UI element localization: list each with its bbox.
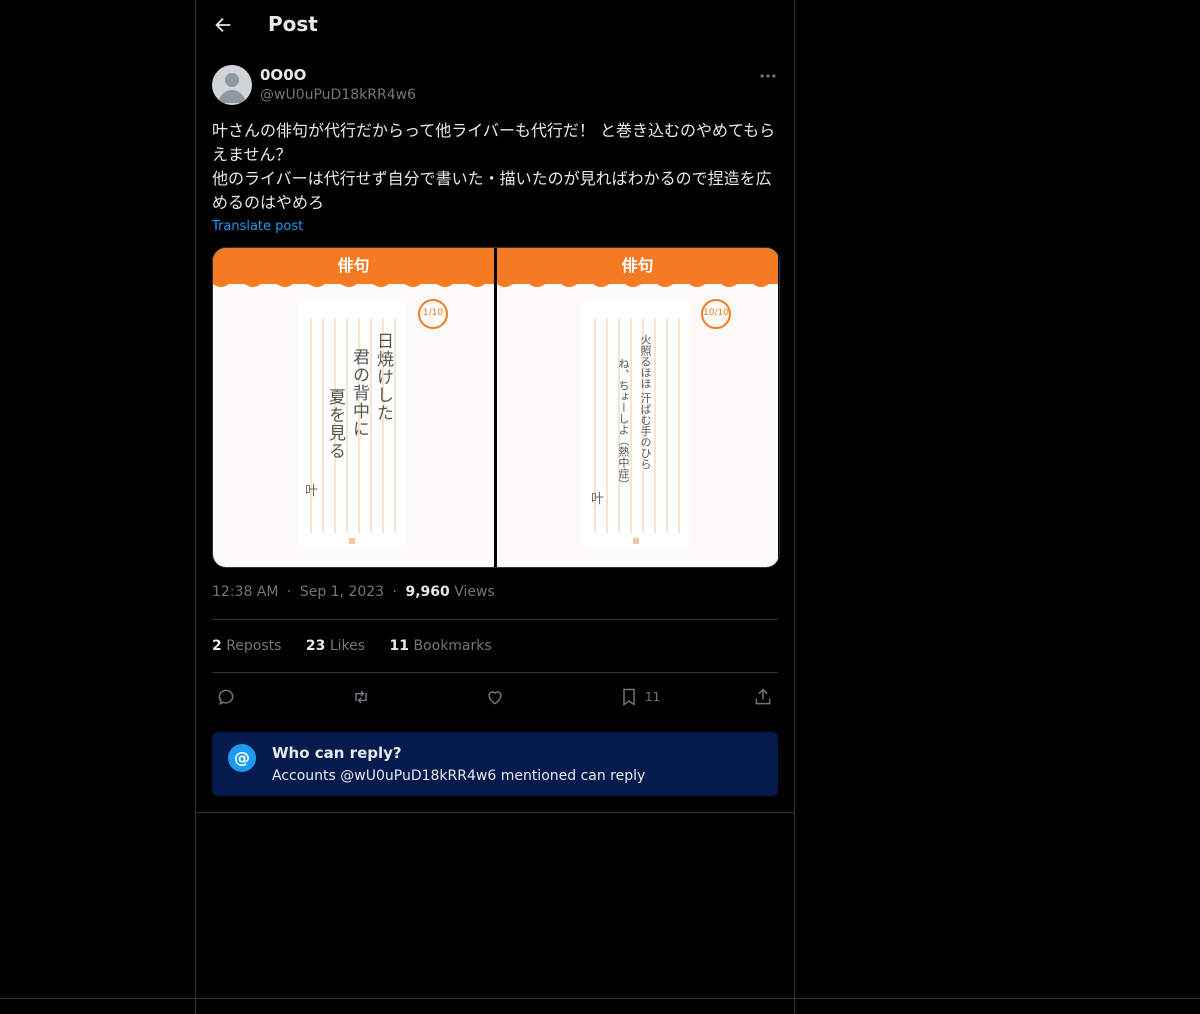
haiku-line: 日焼けした xyxy=(373,332,393,422)
reply-icon xyxy=(218,689,234,706)
bookmarks-stat[interactable]: 11 Bookmarks xyxy=(390,638,492,654)
haiku-signature: 叶 xyxy=(591,492,605,507)
default-avatar-icon xyxy=(218,73,246,103)
arrow-left-icon xyxy=(215,17,231,33)
post-stats: 2 Reposts 23 Likes 11 Bookmarks xyxy=(212,638,512,654)
back-button[interactable] xyxy=(212,14,238,40)
reposts-label: Reposts xyxy=(226,638,282,654)
more-horizontal-icon xyxy=(760,74,776,78)
avatar[interactable] xyxy=(212,65,252,105)
haiku-image-left[interactable]: 俳句 1/10 日焼けした 君の背中に 夏を見る 叶 xyxy=(213,248,494,567)
heart-icon xyxy=(488,691,502,705)
who-can-reply-title: Who can reply? xyxy=(272,744,402,762)
haiku-signature: 叶 xyxy=(305,484,319,499)
haiku-line: ね、ちょーしよ（熱中症） xyxy=(617,358,630,490)
haiku-counter-right: 10/10 xyxy=(703,308,729,318)
views-count: 9,960 xyxy=(405,584,450,600)
post-header: Post xyxy=(196,0,794,54)
haiku-counter-left: 1/10 xyxy=(422,308,444,318)
bookmark-count: 11 xyxy=(645,690,661,704)
bookmark-icon xyxy=(623,688,635,706)
haiku-image-right[interactable]: 俳句 10/10 火照るほほ 汗ばむ手のひら ね、ちょーしよ（熱中症） 叶 xyxy=(497,248,778,567)
more-options-button[interactable] xyxy=(758,66,778,86)
likes-stat[interactable]: 23 Likes xyxy=(306,638,365,654)
likes-count: 23 xyxy=(305,638,326,654)
likes-label: Likes xyxy=(329,638,366,654)
bookmarks-label: Bookmarks xyxy=(413,638,492,654)
at-mention-icon: @ xyxy=(228,744,256,772)
meta-separator: · xyxy=(392,584,397,600)
reply-button[interactable] xyxy=(216,686,236,708)
translate-post-link[interactable]: Translate post xyxy=(212,219,303,234)
author-name[interactable]: 0O0O xyxy=(260,66,306,84)
who-can-reply-subtitle: Accounts @wU0uPuD18kRR4w6 mentioned can … xyxy=(272,768,646,784)
post-text: 叶さんの俳句が代行だからって他ライバーも代行だ！ と巻き込むのやめてもらえません… xyxy=(212,121,776,212)
author-handle[interactable]: @wU0uPuD18kRR4w6 xyxy=(260,87,416,103)
divider xyxy=(212,619,778,620)
haiku-line: 夏を見る xyxy=(325,388,345,460)
haiku-line: 火照るほほ 汗ばむ手のひら xyxy=(639,334,652,470)
reposts-count: 2 xyxy=(212,638,222,654)
post-time[interactable]: 12:38 AM xyxy=(212,584,278,600)
divider xyxy=(212,672,778,673)
post-date[interactable]: Sep 1, 2023 xyxy=(300,584,384,600)
who-can-reply-banner: @ Who can reply? Accounts @wU0uPuD18kRR4… xyxy=(212,732,778,796)
divider xyxy=(0,998,1200,999)
meta-separator: · xyxy=(286,584,292,600)
bookmarks-count: 11 xyxy=(389,638,409,654)
reposts-stat[interactable]: 2 Reposts xyxy=(212,638,281,654)
main-column: Post 0O0O @wU0uPuD18kRR4w6 叶さんの俳句が代行だからっ… xyxy=(195,0,795,1014)
repost-icon xyxy=(355,690,367,704)
divider xyxy=(196,812,794,813)
repost-button[interactable] xyxy=(351,686,371,708)
post-meta: 12:38 AM · Sep 1, 2023 · 9,960 Views xyxy=(212,584,495,600)
share-icon xyxy=(755,688,771,705)
page-title: Post xyxy=(268,12,318,36)
post-media[interactable]: 俳句 1/10 日焼けした 君の背中に 夏を見る 叶 俳句 10/10 火照るほ… xyxy=(212,247,780,568)
views-label: Views xyxy=(454,584,495,600)
haiku-line: 君の背中に xyxy=(349,348,369,438)
share-button[interactable] xyxy=(753,686,773,708)
bookmark-button[interactable]: 11 xyxy=(619,686,660,708)
like-button[interactable] xyxy=(485,686,505,708)
